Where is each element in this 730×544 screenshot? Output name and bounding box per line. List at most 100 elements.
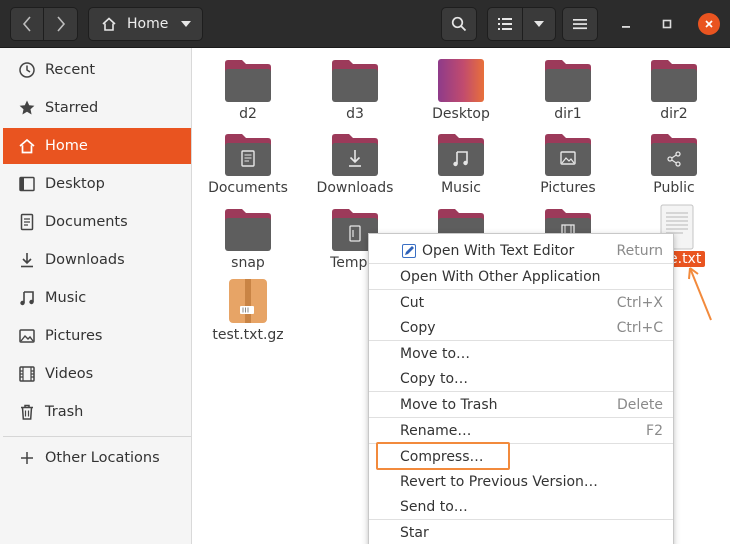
caret-down-icon[interactable] [180, 20, 192, 28]
menu-item-label: Move to… [400, 345, 471, 362]
sidebar-item-label: Documents [45, 214, 128, 230]
text-editor-icon [402, 243, 416, 258]
file-name: Public [653, 180, 695, 196]
home-icon [102, 17, 116, 31]
menu-item-open-with-other-application[interactable]: Open With Other Application [369, 264, 673, 289]
file-name: snap [231, 255, 265, 271]
menu-item-label: Send to… [400, 498, 468, 515]
path-bar-home[interactable]: Home [88, 7, 203, 41]
menu-item-revert-to-previous-version[interactable]: Revert to Previous Version… [369, 469, 673, 494]
folder-documents-icon [225, 134, 271, 176]
menu-item-accelerator: Delete [617, 396, 663, 413]
file-name: d3 [346, 106, 364, 122]
file-item-archive[interactable]: test.txt.gz [195, 278, 301, 350]
close-button[interactable] [698, 13, 720, 35]
menu-item-label: Cut [400, 294, 425, 311]
menu-item-move-to[interactable]: Move to… [369, 341, 673, 366]
sidebar-item-pictures[interactable]: Pictures [3, 318, 191, 354]
document-icon [17, 212, 37, 232]
header-bar: Home [0, 0, 730, 48]
file-name: dir2 [660, 106, 688, 122]
sidebar-item-desktop[interactable]: Desktop [3, 166, 191, 202]
menu-item-rename[interactable]: Rename… F2 [369, 418, 673, 443]
file-item-dir2[interactable]: dir2 [621, 57, 727, 129]
file-name: Desktop [432, 106, 490, 122]
menu-item-copy-to[interactable]: Copy to… [369, 366, 673, 391]
view-options-button[interactable] [523, 7, 556, 41]
desktop-folder-icon [438, 59, 484, 102]
sidebar-item-label: Home [45, 138, 88, 154]
file-item-d2[interactable]: d2 [195, 57, 301, 129]
folder-icon [651, 60, 697, 102]
picture-icon [17, 326, 37, 346]
download-icon [17, 250, 37, 270]
file-item-documents[interactable]: Documents [195, 131, 301, 203]
sidebar-item-label: Videos [45, 366, 94, 382]
list-view-icon [498, 18, 512, 30]
file-item-snap[interactable]: snap [195, 206, 301, 278]
forward-button[interactable] [44, 7, 78, 41]
sidebar-item-documents[interactable]: Documents [3, 204, 191, 240]
sidebar-item-label: Other Locations [45, 450, 160, 466]
folder-pictures-icon [545, 134, 591, 176]
trash-icon [17, 402, 37, 422]
sidebar-item-downloads[interactable]: Downloads [3, 242, 191, 278]
menu-item-star[interactable]: Star [369, 520, 673, 544]
sidebar-item-home[interactable]: Home [3, 128, 191, 164]
sidebar-item-label: Recent [45, 62, 96, 78]
menu-item-open-with-text-editor[interactable]: Open With Text Editor Return [369, 238, 673, 263]
file-item-d3[interactable]: d3 [302, 57, 408, 129]
sidebar-item-videos[interactable]: Videos [3, 356, 191, 392]
folder-downloads-icon [332, 134, 378, 176]
view-toggle-button[interactable] [487, 7, 523, 41]
video-icon [17, 364, 37, 384]
context-menu: Open With Text Editor Return Open With O… [368, 233, 674, 544]
file-item-desktop[interactable]: Desktop [408, 57, 514, 129]
sidebar-item-trash[interactable]: Trash [3, 394, 191, 430]
annotation-arrow-icon [688, 267, 712, 321]
maximize-icon [662, 19, 672, 29]
compress-highlight-box [376, 442, 510, 470]
menu-item-accelerator: Ctrl+X [616, 294, 663, 311]
close-icon [705, 20, 713, 28]
music-icon [17, 288, 37, 308]
main-menu-button[interactable] [562, 7, 598, 41]
minimize-button[interactable] [615, 13, 637, 35]
clock-icon [17, 60, 37, 80]
sidebar-item-other-locations[interactable]: Other Locations [3, 440, 191, 476]
sidebar-item-label: Music [45, 290, 87, 306]
home-icon [17, 136, 37, 156]
sidebar-item-label: Starred [45, 100, 99, 116]
path-bar-label: Home [127, 16, 169, 32]
menu-item-accelerator: Return [616, 242, 663, 259]
menu-item-send-to[interactable]: Send to… [369, 494, 673, 519]
file-item-pictures[interactable]: Pictures [515, 131, 621, 203]
back-button[interactable] [10, 7, 44, 41]
search-button[interactable] [441, 7, 477, 41]
search-icon [451, 16, 467, 32]
file-item-downloads[interactable]: Downloads [302, 131, 408, 203]
hamburger-icon [573, 19, 587, 30]
folder-icon [545, 60, 591, 102]
file-item-public[interactable]: Public [621, 131, 727, 203]
file-name: Music [441, 180, 481, 196]
sidebar-item-starred[interactable]: Starred [3, 90, 191, 126]
sidebar-item-label: Trash [45, 404, 84, 420]
file-item-music[interactable]: Music [408, 131, 514, 203]
minimize-icon [622, 26, 630, 28]
desktop-icon [17, 174, 37, 194]
maximize-button[interactable] [656, 13, 678, 35]
menu-item-label: Copy [400, 319, 436, 336]
chevron-left-icon [22, 16, 31, 32]
menu-item-move-to-trash[interactable]: Move to Trash Delete [369, 392, 673, 417]
menu-item-cut[interactable]: Cut Ctrl+X [369, 290, 673, 315]
folder-icon [332, 60, 378, 102]
sidebar-item-label: Desktop [45, 176, 105, 192]
menu-item-copy[interactable]: Copy Ctrl+C [369, 315, 673, 340]
chevron-right-icon [56, 16, 65, 32]
file-item-dir1[interactable]: dir1 [515, 57, 621, 129]
sidebar-item-music[interactable]: Music [3, 280, 191, 316]
menu-item-label: Open With Text Editor [422, 242, 575, 259]
file-name: Pictures [540, 180, 596, 196]
sidebar-item-recent[interactable]: Recent [3, 52, 191, 88]
